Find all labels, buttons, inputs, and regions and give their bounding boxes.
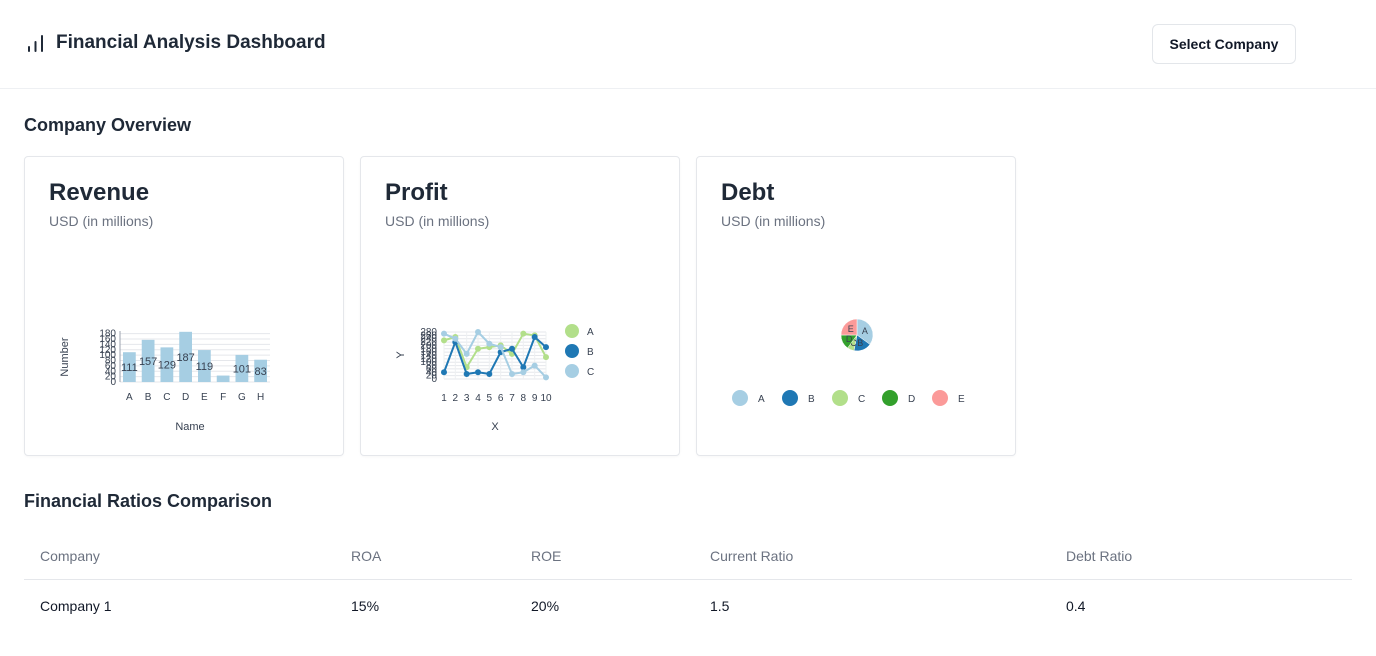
table-header-row: Company ROA ROE Current Ratio Debt Ratio <box>24 531 1352 580</box>
x-tick-label: H <box>257 392 264 403</box>
y-tick-label: 180 <box>99 329 116 340</box>
data-label: 119 <box>196 361 214 373</box>
column-header-roe: ROE <box>531 548 562 564</box>
x-tick-label: C <box>163 392 170 403</box>
x-tick-label: 10 <box>540 393 552 404</box>
point-b <box>463 370 470 377</box>
point-a <box>543 354 549 361</box>
slice-label: B <box>857 338 863 348</box>
data-label: 157 <box>139 356 157 368</box>
column-header-current-ratio: Current Ratio <box>710 548 794 564</box>
x-tick-label: 4 <box>475 393 481 404</box>
point-b <box>441 369 447 376</box>
x-tick-label: 5 <box>487 393 493 404</box>
legend-label: C <box>587 367 594 378</box>
slice-label: A <box>862 326 868 336</box>
x-tick-label: D <box>182 392 189 403</box>
point-c <box>463 350 470 357</box>
ratios-heading: Financial Ratios Comparison <box>24 491 273 511</box>
top-bar: Financial Analysis Dashboard Select Comp… <box>0 0 1376 89</box>
point-c <box>497 344 504 351</box>
point-a <box>441 337 447 344</box>
revenue-bar-chart: 020406080100120140160180A111B157C129D187… <box>59 329 270 433</box>
debt-card: Debt USD (in millions) ABCDEABCDE <box>696 156 1016 456</box>
point-c <box>520 369 527 376</box>
x-tick-label: 1 <box>441 393 447 404</box>
slice-label: D <box>846 334 853 344</box>
legend-marker-b <box>565 344 579 358</box>
legend-label: A <box>587 327 594 338</box>
x-tick-label: 3 <box>464 393 470 404</box>
y-axis-label: Number <box>59 337 71 376</box>
cell-debt-ratio: 0.4 <box>1066 598 1086 614</box>
point-c <box>486 340 493 347</box>
legend-marker-b <box>782 390 798 406</box>
point-c <box>509 370 515 377</box>
data-label: 129 <box>158 360 176 372</box>
point-b <box>531 334 538 341</box>
profit-card: Profit USD (in millions) 0 20 40 60 80 100 120… <box>360 156 680 456</box>
slice-label: E <box>848 324 854 334</box>
data-label: 187 <box>176 352 194 364</box>
point-c <box>543 374 549 381</box>
debt-pie-chart: ABCDEA B C D E <box>732 318 965 406</box>
point-b <box>509 345 515 352</box>
x-tick-label: F <box>220 392 226 403</box>
bar-chart-icon <box>28 35 43 52</box>
point-c <box>441 330 447 337</box>
legend-marker-a <box>732 390 748 406</box>
x-tick-label: A <box>126 392 133 403</box>
bar-f <box>216 375 230 382</box>
point-b <box>475 369 481 376</box>
legend-marker-c <box>832 390 848 406</box>
point-b <box>543 344 549 351</box>
point-c <box>531 362 538 369</box>
x-axis-label: Name <box>175 421 204 433</box>
company-overview-heading: Company Overview <box>24 115 192 135</box>
cell-current-ratio: 1.5 <box>710 598 730 614</box>
legend-label: A <box>758 394 765 405</box>
x-tick-label: 8 <box>521 393 527 404</box>
legend-marker-d <box>882 390 898 406</box>
data-label: 101 <box>233 363 251 375</box>
legend-label: D <box>908 394 915 405</box>
point-b <box>486 370 493 377</box>
select-company-button[interactable]: Select Company <box>1152 24 1296 64</box>
revenue-card: Revenue USD (in millions) 0 20 40 60 80 100 12… <box>24 156 344 456</box>
profit-line-chart: 0204060801001201401601802002202402602801… <box>395 324 594 433</box>
data-label: 111 <box>121 362 138 374</box>
x-tick-label: G <box>238 392 246 403</box>
legend-label: B <box>808 394 815 405</box>
x-tick-label: 6 <box>498 393 504 404</box>
point-c <box>475 329 481 335</box>
legend-marker-e <box>932 390 948 406</box>
data-label: 83 <box>255 366 267 378</box>
legend-label: B <box>587 347 594 358</box>
app-title: Financial Analysis Dashboard <box>56 32 326 53</box>
ratios-table: Company ROA ROE Current Ratio Debt Ratio… <box>24 531 1352 614</box>
y-axis-label: Y <box>395 351 407 359</box>
legend-marker-a <box>565 324 579 338</box>
point-c <box>452 335 459 342</box>
point-a <box>475 345 481 352</box>
cell-company: Company 1 <box>40 598 112 614</box>
x-tick-label: 2 <box>453 393 459 404</box>
point-a <box>520 330 527 337</box>
legend-label: C <box>858 394 865 405</box>
column-header-roa: ROA <box>351 548 382 564</box>
x-tick-label: 9 <box>532 393 538 404</box>
cell-roa: 15% <box>351 598 380 614</box>
column-header-debt-ratio: Debt Ratio <box>1066 548 1133 564</box>
x-tick-label: B <box>145 392 152 403</box>
column-header-company: Company <box>40 548 100 564</box>
cell-roe: 20% <box>531 598 560 614</box>
legend-marker-c <box>565 364 579 378</box>
x-tick-label: 7 <box>509 393 515 404</box>
x-tick-label: E <box>201 392 208 403</box>
legend-label: E <box>958 394 965 405</box>
y-tick-label: 280 <box>420 327 437 338</box>
x-axis-label: X <box>491 421 499 433</box>
